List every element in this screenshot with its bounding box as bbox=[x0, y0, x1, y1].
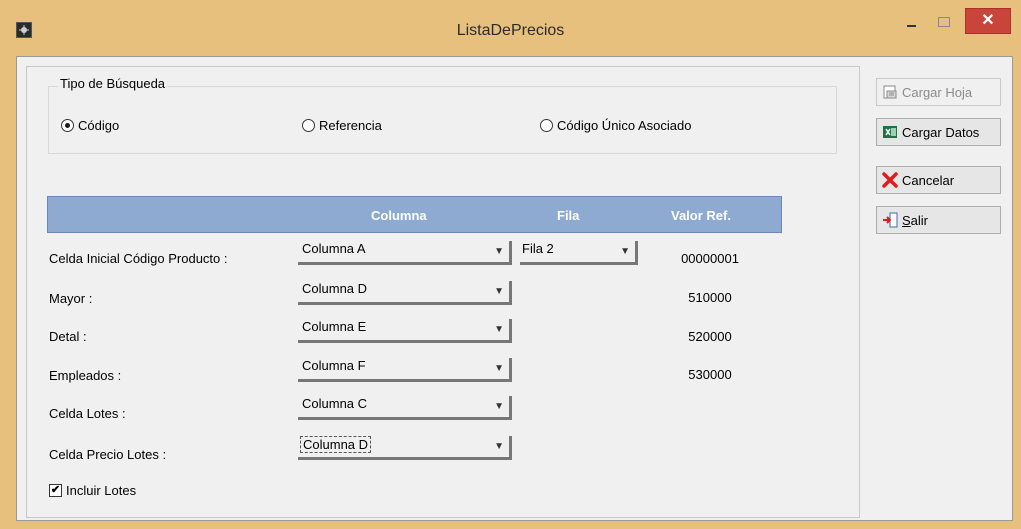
close-icon: ✕ bbox=[981, 12, 995, 29]
sheet-icon bbox=[882, 84, 898, 100]
row-label-celda-lotes: Celda Lotes : bbox=[49, 406, 126, 421]
salir-button[interactable]: Salir bbox=[876, 206, 1001, 234]
window-title: ListaDePrecios bbox=[456, 22, 565, 39]
chevron-down-icon[interactable]: ▼ bbox=[494, 401, 504, 412]
columna-select-precio-lotes[interactable]: Columna D ▼ bbox=[298, 436, 512, 460]
chevron-down-icon[interactable]: ▼ bbox=[494, 363, 504, 374]
cargar-hoja-button[interactable]: Cargar Hoja bbox=[876, 78, 1001, 106]
select-value: Columna E bbox=[302, 319, 367, 334]
radio-dot-selected[interactable] bbox=[61, 118, 74, 132]
chevron-down-icon[interactable]: ▼ bbox=[494, 441, 504, 452]
checkbox-label: Incluir Lotes bbox=[66, 483, 137, 498]
cargar-datos-button[interactable]: Cargar Datos bbox=[876, 118, 1001, 146]
select-value: Columna D bbox=[302, 281, 368, 296]
select-value: Columna A bbox=[302, 241, 366, 256]
chevron-down-icon[interactable]: ▼ bbox=[494, 246, 504, 257]
include-lots-checkbox[interactable]: ✔ Incluir Lotes bbox=[49, 483, 136, 498]
radio-label: Código Único Asociado bbox=[557, 117, 692, 133]
valor-ref-detal: 520000 bbox=[688, 329, 732, 344]
chevron-down-icon[interactable]: ▼ bbox=[494, 324, 504, 335]
exit-door-icon bbox=[882, 212, 898, 228]
header-columna: Columna bbox=[371, 208, 427, 223]
minimize-button[interactable] bbox=[897, 8, 925, 34]
header-fila: Fila bbox=[557, 208, 580, 223]
columna-select-mayor[interactable]: Columna D ▼ bbox=[298, 281, 512, 305]
valor-ref-empleados: 530000 bbox=[688, 367, 732, 382]
radio-referencia[interactable]: Referencia bbox=[302, 117, 382, 133]
radio-dot[interactable] bbox=[540, 118, 553, 132]
columna-select-codigo[interactable]: Columna A ▼ bbox=[298, 241, 512, 265]
cancelar-button[interactable]: Cancelar bbox=[876, 166, 1001, 194]
row-label-detal: Detal : bbox=[49, 329, 87, 344]
valor-ref-mayor: 510000 bbox=[688, 290, 732, 305]
chevron-down-icon[interactable]: ▼ bbox=[494, 286, 504, 297]
row-label-empleados: Empleados : bbox=[49, 368, 122, 383]
close-button[interactable]: ✕ bbox=[965, 8, 1011, 34]
select-value: Columna F bbox=[302, 358, 366, 373]
app-window: ListaDePrecios ✕ Tipo de Búsqueda Código… bbox=[0, 0, 1021, 529]
radio-dot[interactable] bbox=[302, 118, 315, 132]
excel-icon bbox=[882, 124, 898, 140]
salir-label-rest: alir bbox=[910, 212, 929, 228]
header-valor-ref: Valor Ref. bbox=[671, 208, 731, 223]
row-label-precio-lotes: Celda Precio Lotes : bbox=[49, 447, 167, 462]
columna-select-lotes[interactable]: Columna C ▼ bbox=[298, 396, 512, 420]
red-x-icon bbox=[882, 172, 898, 188]
radio-label: Referencia bbox=[319, 117, 382, 133]
select-value: Columna D bbox=[300, 436, 372, 453]
search-type-legend: Tipo de Búsqueda bbox=[58, 76, 168, 91]
title-bar[interactable]: ListaDePrecios ✕ bbox=[0, 0, 1021, 56]
cargar-datos-label: Cargar Datos bbox=[902, 124, 980, 140]
select-value: Columna C bbox=[302, 396, 368, 411]
salir-accelerator: S bbox=[902, 212, 911, 228]
columna-select-detal[interactable]: Columna E ▼ bbox=[298, 319, 512, 343]
row-label-celda-inicial: Celda Inicial Código Producto : bbox=[49, 251, 228, 266]
cargar-hoja-label: Cargar Hoja bbox=[902, 84, 973, 100]
valor-ref-codigo: 00000001 bbox=[681, 251, 739, 266]
radio-codigo-unico[interactable]: Código Único Asociado bbox=[540, 117, 691, 133]
salir-label: Salir bbox=[902, 213, 928, 228]
search-type-group bbox=[48, 86, 837, 154]
fila-select-codigo[interactable]: Fila 2 ▼ bbox=[520, 241, 638, 265]
select-value: Fila 2 bbox=[522, 241, 554, 256]
cancelar-label: Cancelar bbox=[902, 172, 955, 188]
checkbox-check-icon[interactable]: ✔ bbox=[49, 484, 62, 497]
maximize-button[interactable] bbox=[930, 8, 958, 34]
row-label-mayor: Mayor : bbox=[49, 291, 93, 306]
radio-codigo[interactable]: Código bbox=[61, 117, 119, 133]
chevron-down-icon[interactable]: ▼ bbox=[620, 246, 630, 257]
radio-label: Código bbox=[78, 117, 120, 133]
columna-select-empleados[interactable]: Columna F ▼ bbox=[298, 358, 512, 382]
